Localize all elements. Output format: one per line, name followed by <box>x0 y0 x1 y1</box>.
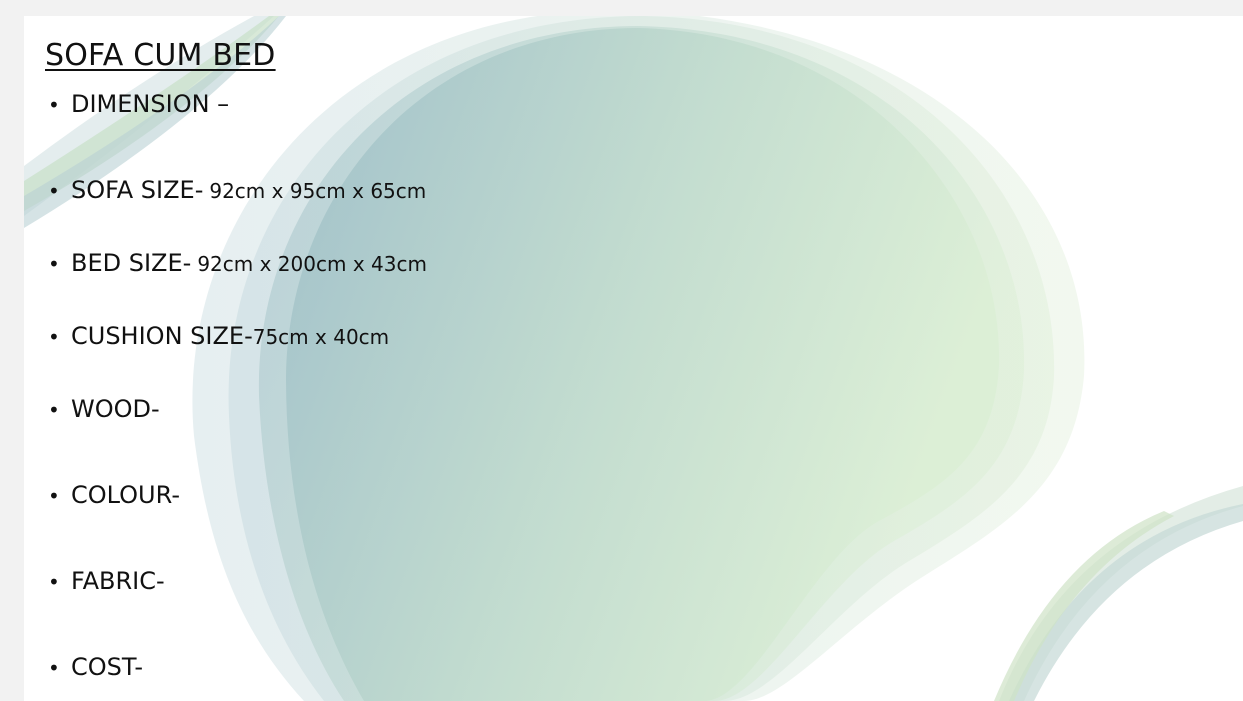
item-label: FABRIC- <box>71 567 165 595</box>
item-label: WOOD- <box>71 395 160 423</box>
item-label: CUSHION SIZE- <box>71 322 253 350</box>
list-item-cushion-size: • CUSHION SIZE- 75cm x 40cm <box>48 322 389 350</box>
item-value: 92cm x 95cm x 65cm <box>209 179 427 203</box>
item-label: COLOUR- <box>71 481 180 509</box>
item-label: BED SIZE- <box>71 249 192 277</box>
list-item-cost: • COST- <box>48 653 143 681</box>
list-item-wood: • WOOD- <box>48 395 160 423</box>
item-value: 75cm x 40cm <box>252 325 390 349</box>
list-item-fabric: • FABRIC- <box>48 567 165 595</box>
list-item-sofa-size: • SOFA SIZE- 92cm x 95cm x 65cm <box>48 176 426 204</box>
item-label: DIMENSION – <box>71 90 230 118</box>
bullet-icon: • <box>48 325 60 349</box>
list-item-dimension: • DIMENSION – <box>48 90 229 118</box>
bullet-icon: • <box>48 398 60 422</box>
bullet-icon: • <box>48 656 60 680</box>
bullet-icon: • <box>48 252 60 276</box>
slide: SOFA CUM BED • DIMENSION – • SOFA SIZE- … <box>24 16 1243 701</box>
bullet-icon: • <box>48 93 60 117</box>
bullet-icon: • <box>48 484 60 508</box>
item-value: 92cm x 200cm x 43cm <box>197 252 427 276</box>
bullet-icon: • <box>48 179 60 203</box>
list-item-bed-size: • BED SIZE- 92cm x 200cm x 43cm <box>48 249 427 277</box>
item-label: SOFA SIZE- <box>71 176 204 204</box>
list-item-colour: • COLOUR- <box>48 481 180 509</box>
slide-title: SOFA CUM BED <box>45 38 276 73</box>
bullet-icon: • <box>48 570 60 594</box>
background-decoration <box>24 16 1243 701</box>
item-label: COST- <box>71 653 143 681</box>
